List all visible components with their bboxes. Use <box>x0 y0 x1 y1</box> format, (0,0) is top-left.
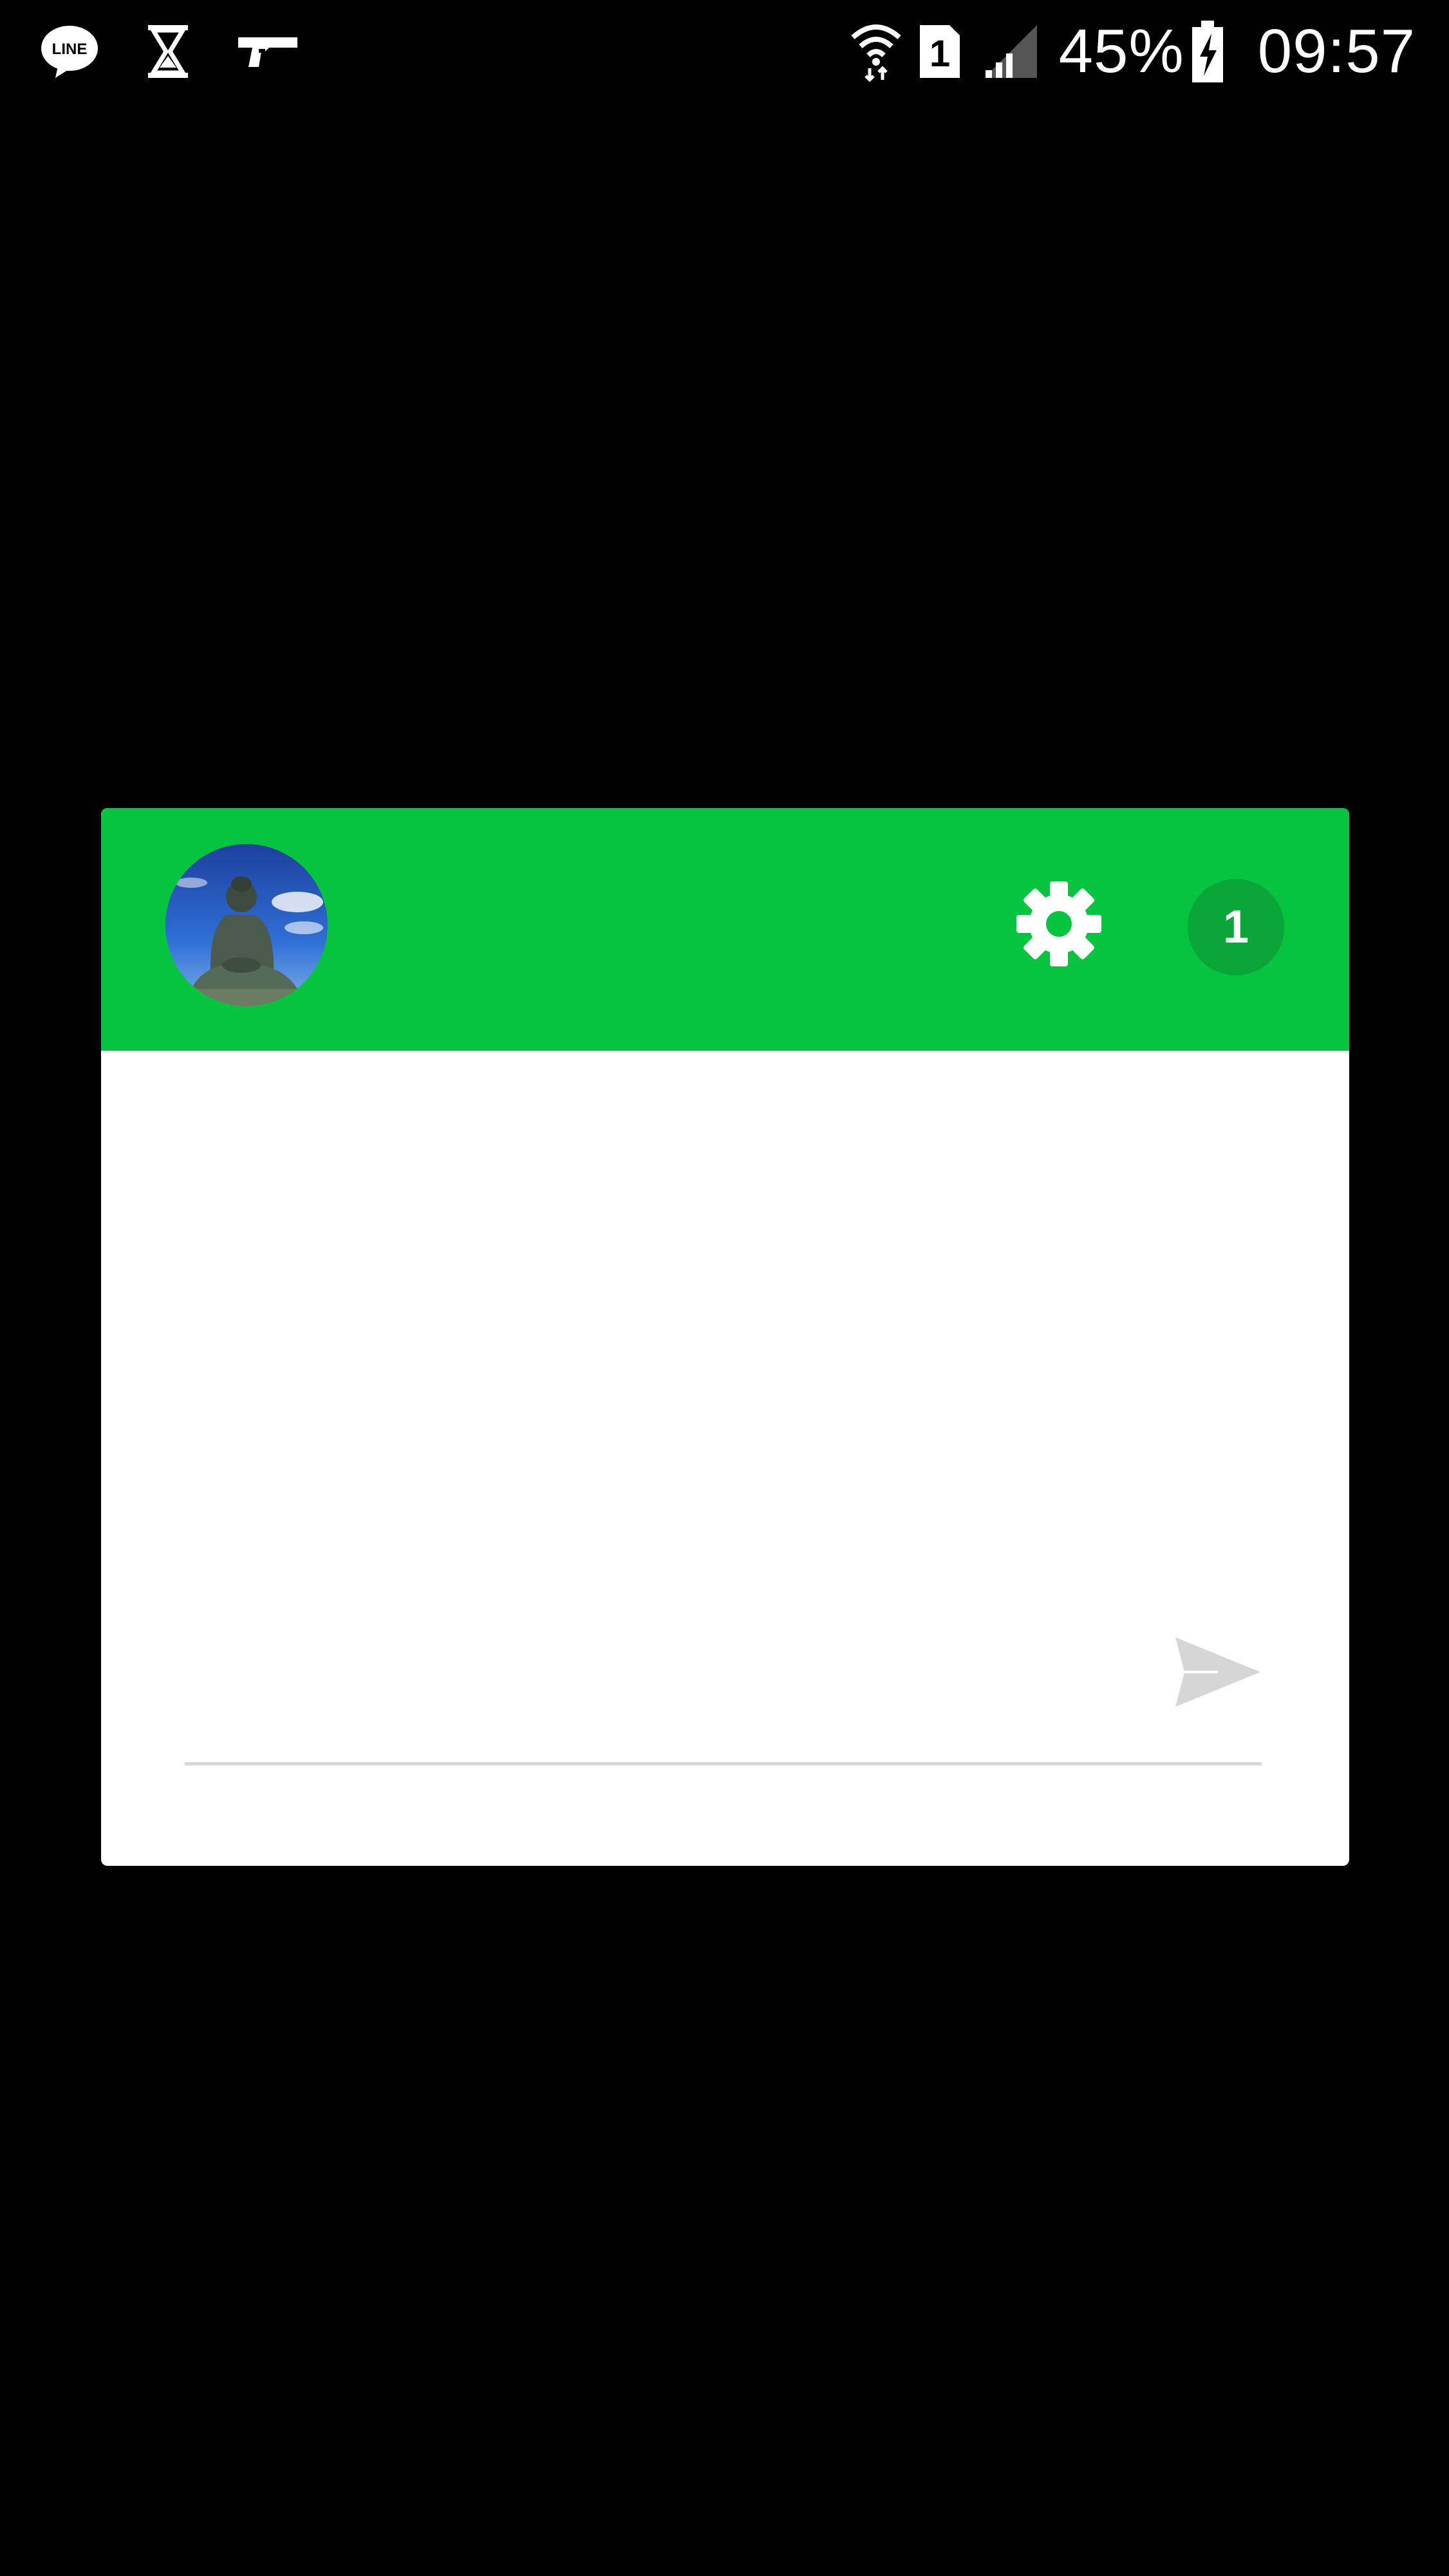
wifi-icon <box>850 24 901 82</box>
popup-header: 1 <box>101 808 1349 1051</box>
send-arrow-icon <box>1175 1637 1260 1707</box>
battery-charging-icon <box>1192 20 1223 82</box>
gear-icon <box>1016 881 1101 966</box>
close-button[interactable]: 關閉 <box>365 1849 687 1866</box>
popup-actions: 關閉 顯示 <box>101 1849 1349 1866</box>
send-button[interactable] <box>1170 1624 1266 1720</box>
svg-text:1: 1 <box>929 33 949 75</box>
gun-icon <box>238 37 297 67</box>
show-button[interactable]: 顯示 <box>957 1849 1279 1866</box>
sim1-icon: 1 <box>919 24 960 78</box>
status-bar-left: LINE <box>39 14 300 88</box>
clock: 09:57 <box>1257 16 1416 86</box>
unread-count-badge[interactable]: 1 <box>1188 879 1284 975</box>
reply-field[interactable] <box>185 1624 1262 1765</box>
hourglass-icon <box>148 24 188 78</box>
svg-text:LINE: LINE <box>52 41 88 58</box>
line-app-icon: LINE <box>41 25 98 78</box>
buddha-avatar-image <box>165 844 328 1006</box>
screen: LINE 1 45% 09:57 1 <box>0 0 1449 2576</box>
avatar[interactable] <box>165 844 328 1006</box>
popup-body: 關閉 顯示 <box>101 1051 1349 1866</box>
notification-popup: 1 關閉 顯示 <box>101 808 1349 1866</box>
settings-button[interactable] <box>1014 879 1104 969</box>
status-bar: LINE 1 45% 09:57 <box>0 0 1449 103</box>
status-bar-right: 1 45% 09:57 <box>850 14 1416 88</box>
signal-icon <box>984 24 1037 78</box>
battery-percent: 45% <box>1058 16 1184 86</box>
message-preview <box>185 1076 1253 1527</box>
